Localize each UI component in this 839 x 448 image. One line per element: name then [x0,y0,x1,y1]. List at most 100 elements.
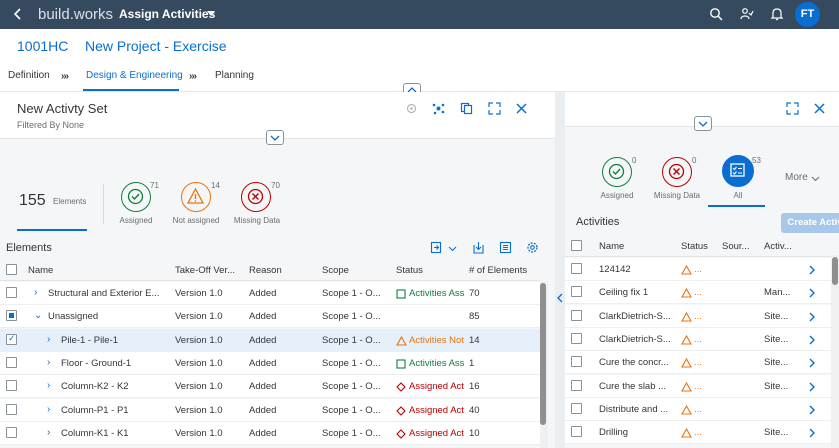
bell-icon[interactable] [770,7,784,21]
tab-definition[interactable]: Definition [8,70,50,81]
select-all-checkbox[interactable] [6,264,17,275]
elements-count[interactable]: 155 [19,192,46,210]
assign-icon[interactable] [430,241,443,254]
sync-icon[interactable] [405,102,418,115]
table-row[interactable]: › Pile-1 - Pile-1 Version 1.0 Added Scope 1 … [0,328,540,352]
activity-row[interactable]: Ceiling fix 1... Man... [565,281,831,305]
table-row[interactable]: › Column-K2 - K2 Version 1.0 Added Scope 1 -… [0,375,540,399]
column-name[interactable]: Name [28,265,53,276]
export-icon[interactable] [472,241,485,254]
activity-row[interactable]: Cure the slab ...... Site... [565,374,831,398]
assigned-kpi[interactable] [121,182,151,212]
row-checkbox[interactable] [6,426,17,438]
app-title[interactable]: Assign Activities [119,7,215,21]
expand-row-icon[interactable]: › [47,404,50,415]
panel-splitter[interactable] [555,92,565,448]
column-scope[interactable]: Scope [322,265,349,276]
row-checkbox[interactable] [571,309,582,321]
element-version: Version 1.0 [175,427,223,439]
expand-row-icon[interactable]: › [47,427,50,438]
avatar[interactable]: FT [795,2,820,27]
expand-row-icon[interactable]: › [47,357,50,368]
fullscreen-icon[interactable] [786,102,799,115]
missing-data-kpi[interactable] [241,182,271,212]
not-assigned-kpi[interactable] [181,182,211,212]
chevron-down-icon[interactable] [446,242,459,255]
column-element-count[interactable]: # of Elements [469,265,527,276]
table-row[interactable]: › Column-P1 - P1 Version 1.0 Added Scope 1 -… [0,398,540,422]
row-checkbox[interactable] [6,403,17,415]
tab-planning[interactable]: Planning [215,70,254,81]
close-icon[interactable] [515,102,528,115]
expand-row-icon[interactable]: › [34,287,37,298]
row-checkbox[interactable] [571,332,582,344]
expand-header-button[interactable] [694,116,712,131]
expand-header-button[interactable] [266,130,284,145]
chevron-right-icon[interactable] [808,427,816,439]
chevron-down-icon[interactable] [811,174,820,183]
column-activity[interactable]: Activ... [764,241,792,252]
expand-row-icon[interactable]: › [47,380,50,391]
all-activities-kpi[interactable] [722,155,754,187]
column-takeoff-version[interactable]: Take-Off Ver... [175,265,235,276]
back-icon[interactable] [10,6,26,22]
activities-scrollbar-thumb[interactable] [832,257,838,285]
chevron-right-icon[interactable] [808,334,816,346]
search-icon[interactable] [709,7,723,21]
missing-data-activities-kpi[interactable] [662,157,692,187]
row-checkbox[interactable] [571,402,582,414]
create-activity-button[interactable]: Create Activity [781,213,839,233]
column-source[interactable]: Sour... [722,241,749,252]
row-checkbox[interactable] [571,263,582,274]
expand-row-icon[interactable]: › [47,334,50,345]
fullscreen-icon[interactable] [488,102,501,115]
row-checkbox[interactable] [6,380,17,392]
row-checkbox[interactable] [571,379,582,391]
row-checkbox[interactable] [6,310,17,322]
element-version: Version 1.0 [175,288,223,299]
assigned-activities-kpi[interactable] [602,157,632,187]
select-all-checkbox[interactable] [571,240,582,251]
row-checkbox[interactable] [6,333,17,345]
chevron-right-icon[interactable] [808,311,816,323]
table-row[interactable]: › Floor - Ground-1 Version 1.0 Added Scope 1… [0,351,540,375]
chevron-left-icon[interactable] [556,292,564,304]
close-icon[interactable] [813,102,826,115]
activity-row[interactable]: Drilling... Site... [565,421,831,445]
column-status[interactable]: Status [396,265,423,276]
column-status[interactable]: Status [681,241,708,252]
chevron-right-icon[interactable] [808,357,816,369]
table-row[interactable]: › Column-K1 - K1 Version 1.0 Added Scope 1 -… [0,421,540,445]
expand-row-icon[interactable]: ⌄ [34,310,42,321]
row-checkbox[interactable] [571,356,582,368]
chevron-right-icon[interactable] [808,264,816,276]
copy-icon[interactable] [460,102,473,115]
column-name[interactable]: Name [599,241,624,252]
people-icon[interactable] [740,7,754,21]
activity-row[interactable]: 124142... [565,258,831,281]
brand-logo[interactable]: build.works [38,6,113,23]
more-kpis-button[interactable]: More [785,172,808,183]
chevron-down-icon[interactable] [207,11,215,16]
column-reason[interactable]: Reason [249,265,282,276]
row-checkbox[interactable] [6,287,17,298]
row-checkbox[interactable] [6,356,17,368]
filter-summary: Filtered By None [17,120,85,130]
activity-row[interactable]: Cure the concr...... Site... [565,351,831,375]
activity-row[interactable]: ClarkDietrich-S...... Site... [565,304,831,328]
table-row[interactable]: ⌄ Unassigned Version 1.0 Added Scope 1 - O..… [0,305,540,329]
element-reason: Added [249,381,277,393]
chevron-right-icon[interactable] [808,287,816,299]
tab-design-engineering[interactable]: Design & Engineering [86,70,183,81]
elements-scrollbar-thumb[interactable] [540,283,546,425]
table-row[interactable]: › Structural and Exterior E... Version 1.0… [0,282,540,305]
gear-icon[interactable] [526,241,539,254]
chevron-right-icon[interactable] [808,404,816,416]
activity-row[interactable]: ClarkDietrich-S...... Site... [565,327,831,351]
row-checkbox[interactable] [571,426,582,438]
list-icon[interactable] [499,241,512,254]
activity-row[interactable]: Distribute and ...... [565,397,831,421]
chevron-right-icon[interactable] [808,381,816,393]
row-checkbox[interactable] [571,286,582,298]
settings-network-icon[interactable] [432,102,445,115]
